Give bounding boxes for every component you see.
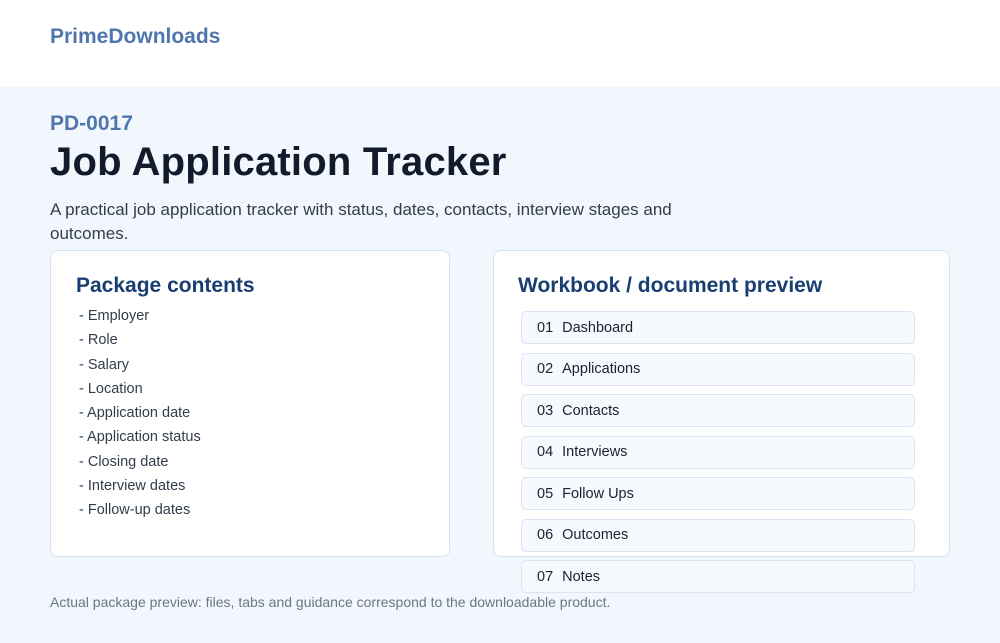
list-item: - Application status <box>79 429 201 446</box>
footnote: Actual package preview: files, tabs and … <box>50 594 611 610</box>
list-item: - Employer <box>79 308 150 324</box>
preview-sheet-interviews: 04 Interviews <box>521 435 915 469</box>
preview-sheet-notes: 07 Notes <box>521 560 915 593</box>
preview-sheet-contacts: 03 Contacts <box>521 394 915 427</box>
preview-sheet-dashboard: 01 Dashboard <box>521 311 915 344</box>
list-item: - Role <box>79 332 118 349</box>
sheet-number: 02 <box>537 361 554 377</box>
sheet-number: 05 <box>537 485 554 502</box>
list-item: - Application date <box>79 405 191 422</box>
preview-sheet-outcomes: 06 Outcomes <box>521 518 915 552</box>
list-item: - Interview dates <box>79 478 186 495</box>
site-header: PrimeDownloads <box>0 0 1000 87</box>
sheet-label: Interviews <box>562 444 628 460</box>
page-title: Job Application Tracker <box>50 140 507 184</box>
list-item: - Salary <box>79 356 129 373</box>
brand-logo-link[interactable]: PrimeDownloads <box>50 25 220 49</box>
list-item: - Follow-up dates <box>79 502 191 519</box>
sheet-label: Applications <box>562 361 641 377</box>
sheet-label: Contacts <box>562 402 620 419</box>
sheet-number: 07 <box>537 568 554 585</box>
sheet-number: 04 <box>537 444 554 460</box>
product-description: A practical job application tracker with… <box>50 200 672 243</box>
sheet-label: Outcomes <box>562 527 629 543</box>
preview-sheet-follow-ups: 05 Follow Ups <box>521 477 915 510</box>
sheet-number: 03 <box>537 402 554 419</box>
sheet-number: 01 <box>537 319 554 336</box>
package-contents-list: - Employer - Role - Salary - Location - … <box>79 307 201 526</box>
preview-title: Workbook / document preview <box>518 274 823 297</box>
preview-sheet-list: 01 Dashboard 02 Applications 03 Contacts… <box>521 311 915 602</box>
preview-sheet-applications: 02 Applications <box>521 352 915 386</box>
sheet-label: Notes <box>562 568 601 585</box>
product-code: PD-0017 <box>50 112 133 135</box>
sheet-label: Follow Ups <box>562 485 634 502</box>
list-item: - Closing date <box>79 453 169 470</box>
sheet-label: Dashboard <box>562 319 634 336</box>
sheet-number: 06 <box>537 527 554 543</box>
package-contents-title: Package contents <box>76 274 255 297</box>
list-item: - Location <box>79 380 143 397</box>
package-contents-card: Package contents - Employer - Role - Sal… <box>50 250 450 557</box>
